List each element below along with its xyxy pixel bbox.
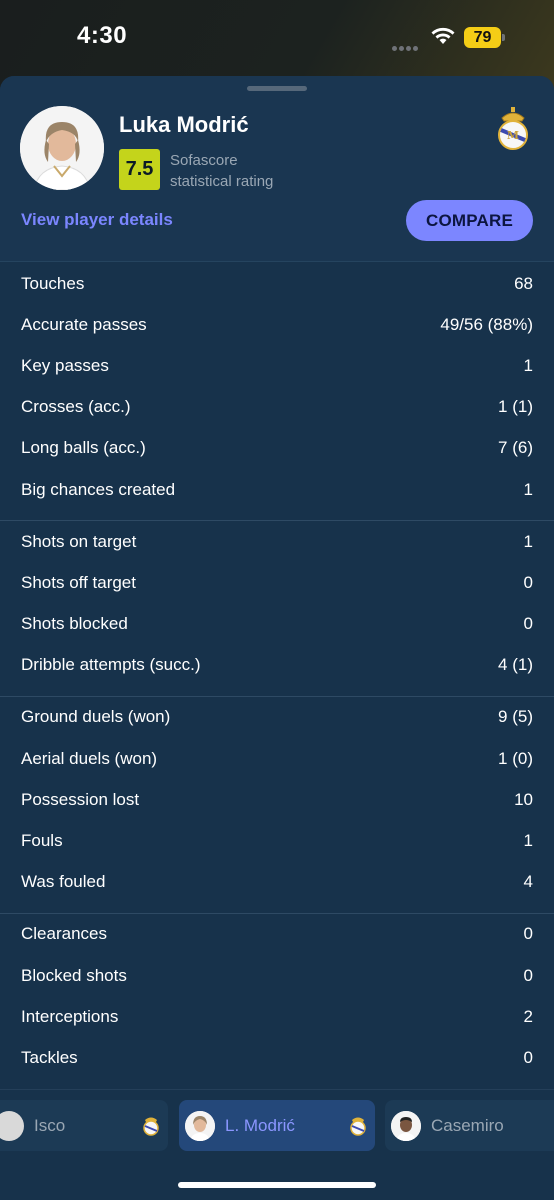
stat-row: Dribble attempts (succ.) 4 (1)	[0, 645, 554, 686]
stat-label: Shots blocked	[21, 614, 128, 634]
stat-group: Shots on target 1 Shots off target 0 Shots b…	[0, 521, 554, 697]
status-bar: 4:30 79	[0, 0, 554, 76]
real-madrid-crest-icon[interactable]: M	[494, 106, 532, 150]
rating-label-line2: statistical rating	[170, 173, 274, 190]
stat-label: Tackles	[21, 1047, 78, 1067]
stat-value: 0	[523, 965, 533, 985]
real-madrid-crest-icon	[350, 1117, 366, 1136]
player-tab-label: Isco	[34, 1115, 66, 1135]
stat-group: Clearances 0 Blocked shots 0 Interceptions 2 T…	[0, 914, 554, 1090]
stat-row: Blocked shots 0	[0, 955, 554, 996]
stat-row: Fouls 1	[0, 820, 554, 861]
stat-row: Was fouled 4	[0, 862, 554, 903]
stats-list: Touches 68 Accurate passes 49/56 (88%) Key p…	[0, 263, 554, 1090]
player-tab-isco[interactable]: Isco	[0, 1100, 168, 1151]
stat-label: Key passes	[21, 355, 109, 375]
stat-value: 4 (1)	[498, 655, 533, 675]
rating-badge: 7.5	[119, 149, 160, 190]
stat-label: Interceptions	[21, 1006, 119, 1026]
player-tab-label: L. Modrić	[225, 1115, 295, 1135]
stat-group: Ground duels (won) 9 (5) Aerial duels (won…	[0, 697, 554, 914]
stat-label: Shots on target	[21, 531, 137, 551]
stat-row: Big chances created 1	[0, 469, 554, 510]
stat-row: Long balls (acc.) 7 (6)	[0, 428, 554, 469]
stat-row: Key passes 1	[0, 345, 554, 386]
stat-row: Interceptions 2	[0, 996, 554, 1037]
stat-label: Big chances created	[21, 479, 176, 499]
stat-value: 1 (0)	[498, 748, 533, 768]
player-tab-casemiro[interactable]: Casemiro	[385, 1100, 554, 1151]
stat-value: 0	[523, 614, 533, 634]
view-player-details-link[interactable]: View player details	[21, 210, 173, 230]
status-time: 4:30	[77, 22, 128, 49]
sheet-grabber[interactable]	[247, 86, 307, 91]
stat-row: Clearances 0	[0, 914, 554, 955]
stat-label: Crosses (acc.)	[21, 397, 131, 417]
cellular-signal-icon	[392, 38, 422, 51]
stat-row: Crosses (acc.) 1 (1)	[0, 387, 554, 428]
player-tab-l-modric[interactable]: L. Modrić	[179, 1100, 375, 1151]
stat-label: Long balls (acc.)	[21, 438, 146, 458]
stat-row: Shots blocked 0	[0, 604, 554, 645]
l-modric-avatar	[185, 1110, 215, 1141]
stat-value: 2	[523, 1006, 533, 1026]
casemiro-avatar	[391, 1110, 421, 1141]
stat-value: 1	[523, 479, 533, 499]
stat-value: 1	[523, 531, 533, 551]
stat-label: Dribble attempts (succ.)	[21, 655, 201, 675]
stat-value: 0	[523, 572, 533, 592]
player-name: Luka Modrić	[119, 112, 249, 137]
player-stats-sheet: Luka Modrić 7.5 Sofascore statistical ra…	[0, 76, 554, 1200]
stat-row: Tackles 0	[0, 1037, 554, 1078]
wifi-icon	[431, 27, 455, 44]
stat-label: Shots off target	[21, 572, 136, 592]
svg-text:M: M	[507, 129, 519, 142]
isco-avatar	[0, 1110, 24, 1141]
stat-value: 0	[523, 1047, 533, 1067]
rating-label: Sofascore statistical rating	[170, 150, 273, 192]
stat-value: 1	[523, 831, 533, 851]
stat-value: 1	[523, 355, 533, 375]
stat-value: 49/56 (88%)	[440, 314, 533, 334]
stat-row: Touches 68	[0, 263, 554, 304]
stat-value: 9 (5)	[498, 707, 533, 727]
stat-label: Clearances	[21, 924, 107, 944]
battery-icon: 79	[464, 27, 506, 48]
stat-row: Possession lost 10	[0, 779, 554, 820]
player-avatar[interactable]	[20, 106, 104, 190]
stat-row: Accurate passes 49/56 (88%)	[0, 304, 554, 345]
stat-value: 1 (1)	[498, 397, 533, 417]
real-madrid-crest-icon	[143, 1117, 159, 1136]
stat-value: 0	[523, 924, 533, 944]
player-header: Luka Modrić 7.5 Sofascore statistical ra…	[0, 76, 554, 262]
home-indicator[interactable]	[178, 1182, 376, 1188]
stat-label: Blocked shots	[21, 965, 127, 985]
battery-level: 79	[464, 27, 501, 48]
compare-button[interactable]: COMPARE	[406, 200, 533, 241]
stat-value: 4	[523, 872, 533, 892]
stat-value: 10	[514, 789, 533, 809]
rating-label-line1: Sofascore	[170, 152, 238, 169]
stat-label: Was fouled	[21, 872, 106, 892]
stat-label: Possession lost	[21, 789, 140, 809]
stat-value: 7 (6)	[498, 438, 533, 458]
stat-label: Ground duels (won)	[21, 707, 171, 727]
stat-row: Aerial duels (won) 1 (0)	[0, 738, 554, 779]
stat-value: 68	[514, 273, 533, 293]
stat-label: Touches	[21, 273, 85, 293]
stat-row: Shots off target 0	[0, 562, 554, 603]
stat-row: Ground duels (won) 9 (5)	[0, 697, 554, 738]
stat-label: Fouls	[21, 831, 63, 851]
stat-group: Touches 68 Accurate passes 49/56 (88%) Key p…	[0, 263, 554, 522]
stat-row: Shots on target 1	[0, 521, 554, 562]
player-tab-label: Casemiro	[431, 1115, 504, 1135]
stat-label: Aerial duels (won)	[21, 748, 158, 768]
stat-label: Accurate passes	[21, 314, 147, 334]
